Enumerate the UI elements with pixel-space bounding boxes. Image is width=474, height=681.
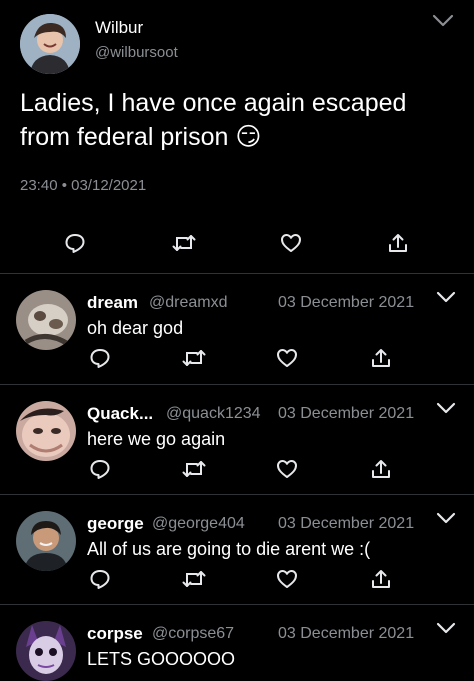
avatar[interactable] <box>16 401 76 461</box>
reply-date: 03 December 2021 <box>278 405 415 422</box>
reply-text: LETS GOOOOOO <box>87 649 236 669</box>
reply-date: 03 December 2021 <box>278 515 415 532</box>
avatar-image <box>16 621 76 681</box>
reply-date: 03 December 2021 <box>278 625 415 642</box>
retweet-icon[interactable] <box>180 455 208 483</box>
avatar[interactable] <box>16 511 76 571</box>
share-icon[interactable] <box>367 455 395 483</box>
heart-icon[interactable] <box>273 565 301 593</box>
author-handle[interactable]: @corpse67 <box>152 625 234 643</box>
reply-tweet: corpse @corpse67 03 December 2021 LETS G… <box>0 607 474 681</box>
reply-icon[interactable] <box>86 344 114 372</box>
chevron-down-icon[interactable] <box>436 512 456 524</box>
reply-text: here we go again <box>87 429 226 449</box>
main-tweet: Wilbur @wilbursoot Ladies, I have once a… <box>0 0 474 274</box>
avatar-image <box>20 14 80 74</box>
reply-text: oh dear god <box>87 318 184 338</box>
avatar[interactable] <box>16 621 76 681</box>
avatar-image <box>16 290 76 350</box>
avatar[interactable] <box>16 290 76 350</box>
reply-tweet: george @george404 03 December 2021 All o… <box>0 497 474 607</box>
author-name[interactable]: george <box>87 514 144 534</box>
author-handle[interactable]: @quack1234 <box>166 405 261 423</box>
author-name[interactable]: corpse <box>87 624 143 644</box>
share-icon[interactable] <box>367 565 395 593</box>
author-name[interactable]: Quack... <box>87 404 153 424</box>
reply-icon[interactable] <box>61 229 89 257</box>
heart-icon[interactable] <box>273 344 301 372</box>
author-name[interactable]: Wilbur <box>95 18 143 38</box>
avatar-image <box>16 401 76 461</box>
chevron-down-icon[interactable] <box>436 622 456 634</box>
reply-text: All of us are going to die arent we :( <box>87 539 371 559</box>
retweet-icon[interactable] <box>180 344 208 372</box>
share-icon[interactable] <box>384 229 412 257</box>
reply-icon[interactable] <box>86 565 114 593</box>
chevron-down-icon[interactable] <box>432 14 454 28</box>
reply-tweet: Quack... @quack1234 03 December 2021 her… <box>0 387 474 497</box>
retweet-icon[interactable] <box>180 565 208 593</box>
avatar-image <box>16 511 76 571</box>
author-name[interactable]: dream <box>87 293 138 313</box>
reply-date: 03 December 2021 <box>278 294 415 311</box>
author-handle[interactable]: @george404 <box>152 515 245 533</box>
divider <box>0 494 474 495</box>
tweet-timestamp: 23:40 • 03/12/2021 <box>20 177 147 194</box>
author-handle[interactable]: @wilbursoot <box>95 44 178 61</box>
retweet-icon[interactable] <box>170 229 198 257</box>
reply-tweet: dream @dreamxd 03 December 2021 oh dear … <box>0 276 474 386</box>
divider <box>0 273 474 274</box>
chevron-down-icon[interactable] <box>436 291 456 303</box>
heart-icon[interactable] <box>277 229 305 257</box>
divider <box>0 384 474 385</box>
chevron-down-icon[interactable] <box>436 402 456 414</box>
reply-icon[interactable] <box>86 455 114 483</box>
tweet-text: Ladies, I have once again escaped from f… <box>20 89 407 151</box>
author-handle[interactable]: @dreamxd <box>149 294 228 312</box>
divider <box>0 604 474 605</box>
avatar[interactable] <box>20 14 80 74</box>
heart-icon[interactable] <box>273 455 301 483</box>
share-icon[interactable] <box>367 344 395 372</box>
